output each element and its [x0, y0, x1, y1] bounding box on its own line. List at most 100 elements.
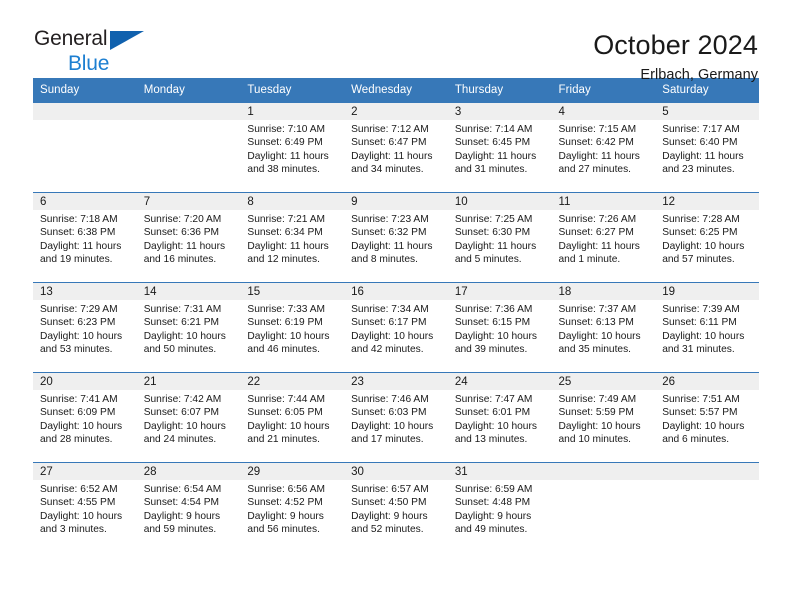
day-number: 23 [344, 373, 448, 390]
calendar-day-cell[interactable]: 6 Sunrise: 7:18 AM Sunset: 6:38 PM Daylight… [33, 192, 137, 283]
sunset-text: Sunset: 5:57 PM [662, 407, 738, 419]
day-details: Sunrise: 7:37 AM Sunset: 6:13 PM Daylight:… [552, 300, 656, 356]
daylight-text-line1: Daylight: 11 hours [454, 240, 537, 252]
day-number: 15 [240, 283, 345, 300]
calendar-day-cell[interactable]: 15 Sunrise: 7:33 AM Sunset: 6:19 PM Dayligh… [240, 282, 345, 373]
sunset-text: Sunset: 6:36 PM [143, 227, 220, 239]
calendar-day-cell-empty [136, 102, 241, 193]
calendar-day-cell[interactable]: 7 Sunrise: 7:20 AM Sunset: 6:36 PM Daylight… [136, 192, 241, 283]
calendar-day-cell[interactable]: 2 Sunrise: 7:12 AM Sunset: 6:47 PM Daylight… [344, 102, 448, 193]
daylight-text-line2: and 38 minutes. [247, 163, 320, 175]
day-number: 14 [136, 283, 241, 300]
calendar-day-cell[interactable]: 16 Sunrise: 7:34 AM Sunset: 6:17 PM Dayligh… [344, 282, 448, 373]
calendar-week-row: 6 Sunrise: 7:18 AM Sunset: 6:38 PM Daylight… [33, 192, 759, 283]
title-block: October 2024 Erlbach, Germany [593, 28, 758, 83]
calendar-day-cell[interactable]: 22 Sunrise: 7:44 AM Sunset: 6:05 PM Dayligh… [240, 372, 345, 463]
day-details: Sunrise: 7:14 AM Sunset: 6:45 PM Daylight:… [448, 120, 552, 176]
calendar-day-cell[interactable]: 14 Sunrise: 7:31 AM Sunset: 6:21 PM Dayligh… [136, 282, 241, 373]
calendar-day-cell[interactable]: 1 Sunrise: 7:10 AM Sunset: 6:49 PM Daylight… [240, 102, 345, 193]
day-number [33, 103, 137, 120]
sunset-text: Sunset: 6:25 PM [662, 227, 738, 239]
calendar-day-cell[interactable]: 30 Sunrise: 6:57 AM Sunset: 4:50 PM Dayligh… [344, 462, 448, 553]
daylight-text-line1: Daylight: 11 hours [247, 150, 329, 162]
calendar-day-cell[interactable]: 11 Sunrise: 7:26 AM Sunset: 6:27 PM Dayligh… [551, 192, 656, 283]
calendar-day-cell[interactable]: 28 Sunrise: 6:54 AM Sunset: 4:54 PM Dayligh… [136, 462, 241, 553]
sunset-text: Sunset: 6:23 PM [40, 317, 116, 329]
day-number: 10 [447, 193, 552, 210]
calendar-day-cell[interactable]: 5 Sunrise: 7:17 AM Sunset: 6:40 PM Daylight… [655, 102, 759, 193]
calendar-day-cell[interactable]: 12 Sunrise: 7:28 AM Sunset: 6:25 PM Dayligh… [655, 192, 759, 283]
sunset-text: Sunset: 4:55 PM [40, 497, 116, 509]
sunrise-text: Sunrise: 7:41 AM [40, 394, 118, 405]
calendar-day-cell[interactable]: 27 Sunrise: 6:52 AM Sunset: 4:55 PM Dayligh… [33, 462, 137, 553]
sunset-text: Sunset: 4:54 PM [143, 497, 220, 509]
day-details: Sunrise: 6:57 AM Sunset: 4:50 PM Daylight:… [344, 480, 448, 536]
day-number: 13 [33, 283, 137, 300]
calendar-day-cell[interactable]: 13 Sunrise: 7:29 AM Sunset: 6:23 PM Dayligh… [33, 282, 137, 373]
calendar-day-cell[interactable]: 17 Sunrise: 7:36 AM Sunset: 6:15 PM Dayligh… [447, 282, 552, 373]
daylight-text-line2: and 5 minutes. [454, 253, 522, 265]
sunset-text: Sunset: 6:40 PM [662, 137, 738, 149]
daylight-text-line1: Daylight: 10 hours [40, 330, 123, 342]
calendar-day-cell[interactable]: 29 Sunrise: 6:56 AM Sunset: 4:52 PM Dayligh… [240, 462, 345, 553]
day-details: Sunrise: 7:31 AM Sunset: 6:21 PM Daylight:… [137, 300, 241, 356]
daylight-text-line2: and 50 minutes. [143, 343, 217, 355]
calendar-day-cell[interactable]: 8 Sunrise: 7:21 AM Sunset: 6:34 PM Daylight… [240, 192, 345, 283]
daylight-text-line2: and 57 minutes. [662, 253, 735, 265]
calendar-day-cell[interactable]: 24 Sunrise: 7:47 AM Sunset: 6:01 PM Dayligh… [447, 372, 552, 463]
calendar-day-cell[interactable]: 3 Sunrise: 7:14 AM Sunset: 6:45 PM Daylight… [447, 102, 552, 193]
day-number: 19 [655, 283, 759, 300]
sunrise-text: Sunrise: 7:21 AM [247, 214, 325, 225]
daylight-text-line1: Daylight: 11 hours [351, 240, 433, 252]
day-number: 26 [655, 373, 759, 390]
day-number: 1 [240, 103, 345, 120]
daylight-text-line2: and 39 minutes. [454, 343, 528, 355]
page-subtitle: Erlbach, Germany [640, 67, 758, 84]
daylight-text-line2: and 31 minutes. [662, 343, 735, 355]
daylight-text-line1: Daylight: 9 hours [143, 510, 221, 522]
daylight-text-line1: Daylight: 10 hours [662, 240, 745, 252]
sunrise-text: Sunrise: 7:44 AM [247, 394, 325, 405]
daylight-text-line1: Daylight: 10 hours [40, 420, 123, 432]
day-details: Sunrise: 7:49 AM Sunset: 5:59 PM Daylight:… [552, 390, 656, 446]
calendar-day-cell[interactable]: 21 Sunrise: 7:42 AM Sunset: 6:07 PM Dayligh… [136, 372, 241, 463]
sunrise-text: Sunrise: 7:18 AM [40, 214, 118, 225]
day-details: Sunrise: 7:20 AM Sunset: 6:36 PM Daylight:… [137, 210, 241, 266]
day-number [136, 103, 241, 120]
calendar-day-cell[interactable]: 20 Sunrise: 7:41 AM Sunset: 6:09 PM Dayligh… [33, 372, 137, 463]
day-details: Sunrise: 7:33 AM Sunset: 6:19 PM Daylight:… [240, 300, 344, 356]
calendar-day-cell[interactable]: 25 Sunrise: 7:49 AM Sunset: 5:59 PM Dayligh… [551, 372, 656, 463]
day-number: 3 [447, 103, 552, 120]
day-details: Sunrise: 7:23 AM Sunset: 6:32 PM Daylight:… [344, 210, 448, 266]
calendar-day-cell[interactable]: 10 Sunrise: 7:25 AM Sunset: 6:30 PM Dayligh… [447, 192, 552, 283]
sunrise-text: Sunrise: 7:12 AM [351, 124, 429, 135]
day-details: Sunrise: 7:29 AM Sunset: 6:23 PM Daylight:… [33, 300, 137, 356]
calendar-day-cell[interactable]: 31 Sunrise: 6:59 AM Sunset: 4:48 PM Dayligh… [447, 462, 552, 553]
calendar-day-cell[interactable]: 23 Sunrise: 7:46 AM Sunset: 6:03 PM Dayligh… [344, 372, 448, 463]
day-number: 4 [551, 103, 656, 120]
daylight-text-line2: and 35 minutes. [558, 343, 632, 355]
day-details: Sunrise: 7:25 AM Sunset: 6:30 PM Daylight:… [448, 210, 552, 266]
day-number: 8 [240, 193, 345, 210]
day-details: Sunrise: 6:54 AM Sunset: 4:54 PM Daylight:… [137, 480, 241, 536]
sunset-text: Sunset: 6:03 PM [351, 407, 427, 419]
daylight-text-line2: and 16 minutes. [143, 253, 217, 265]
day-details: Sunrise: 7:44 AM Sunset: 6:05 PM Daylight:… [240, 390, 344, 446]
daylight-text-line2: and 1 minute. [558, 253, 621, 265]
day-details: Sunrise: 7:47 AM Sunset: 6:01 PM Daylight:… [448, 390, 552, 446]
day-number: 2 [344, 103, 448, 120]
daylight-text-line2: and 13 minutes. [454, 433, 528, 445]
sunrise-text: Sunrise: 7:25 AM [454, 214, 533, 225]
daylight-text-line1: Daylight: 10 hours [454, 330, 537, 342]
calendar-day-cell[interactable]: 18 Sunrise: 7:37 AM Sunset: 6:13 PM Dayligh… [551, 282, 656, 373]
day-number: 17 [447, 283, 552, 300]
calendar-day-cell[interactable]: 4 Sunrise: 7:15 AM Sunset: 6:42 PM Daylight… [551, 102, 656, 193]
day-number: 25 [551, 373, 656, 390]
calendar-day-cell[interactable]: 26 Sunrise: 7:51 AM Sunset: 5:57 PM Dayligh… [655, 372, 759, 463]
sunset-text: Sunset: 6:01 PM [454, 407, 531, 419]
day-details: Sunrise: 7:28 AM Sunset: 6:25 PM Daylight:… [655, 210, 759, 266]
general-blue-logo[interactable]: General Blue [34, 28, 146, 77]
calendar-day-cell[interactable]: 9 Sunrise: 7:23 AM Sunset: 6:32 PM Daylight… [344, 192, 448, 283]
calendar-day-cell[interactable]: 19 Sunrise: 7:39 AM Sunset: 6:11 PM Dayligh… [655, 282, 759, 373]
daylight-text-line1: Daylight: 10 hours [143, 330, 226, 342]
